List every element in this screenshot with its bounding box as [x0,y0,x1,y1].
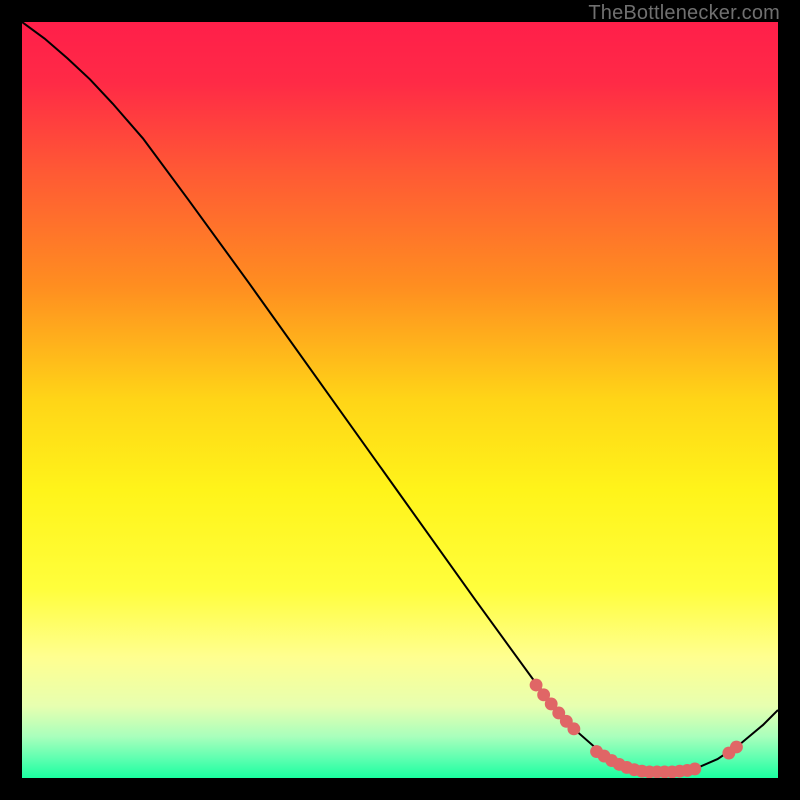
highlight-dot [567,722,580,735]
chart-frame: TheBottlenecker.com [0,0,800,800]
chart-plot-area [22,22,778,778]
highlight-dot [688,763,701,776]
chart-background [22,22,778,778]
highlight-dot [730,741,743,754]
chart-svg [22,22,778,778]
